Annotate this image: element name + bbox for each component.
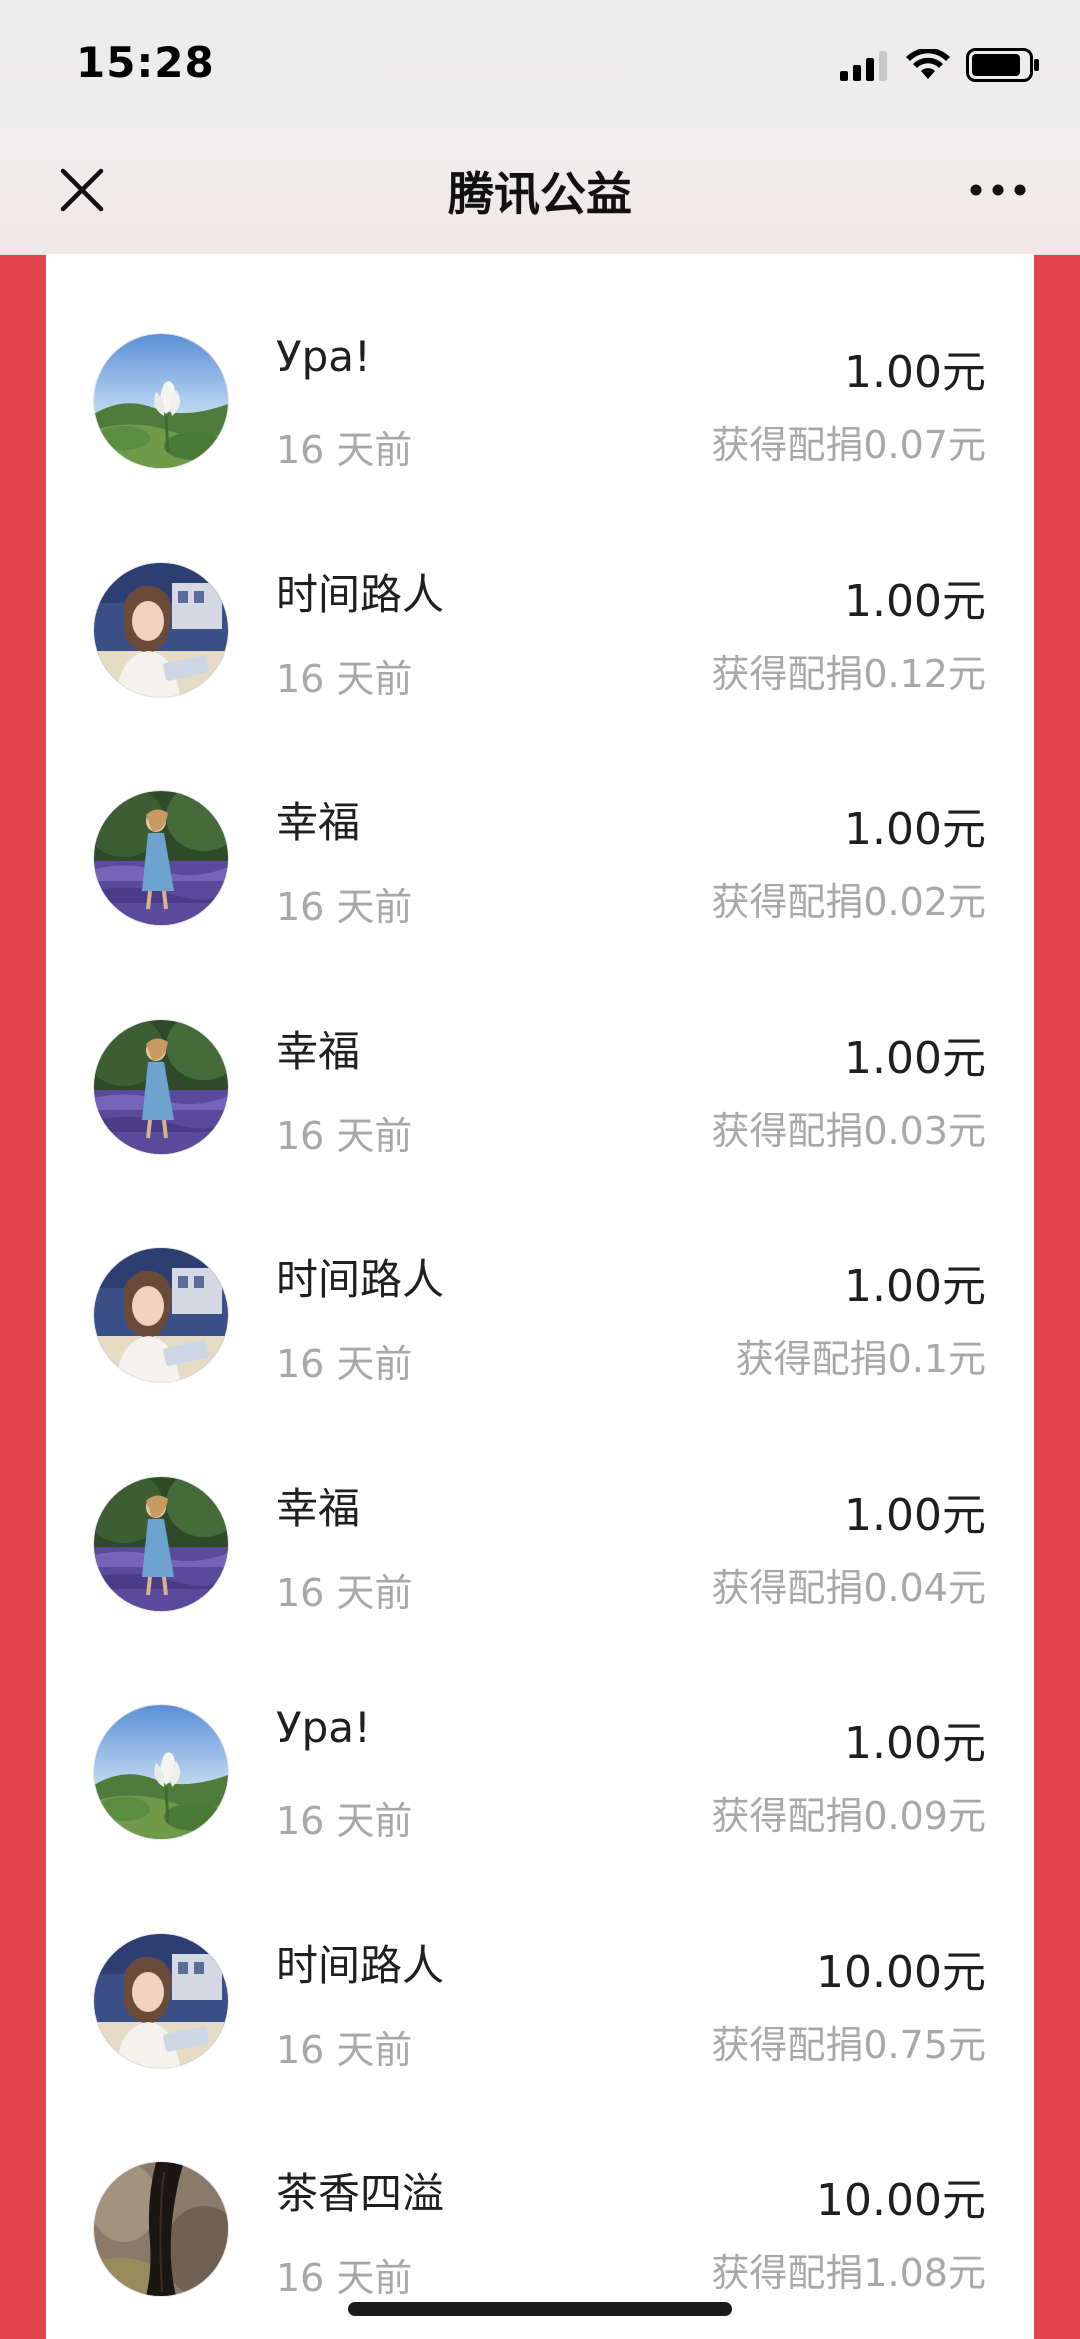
matched-amount: 获得配捐0.03元 [711, 1108, 986, 1153]
donation-amount: 1.00元 [844, 1489, 986, 1541]
donation-amount: 1.00元 [844, 804, 986, 855]
donation-time: 16 天前 [276, 1342, 413, 1386]
page-title: 腾讯公益 [448, 167, 632, 221]
donor-name: 幸福 [276, 1026, 361, 1076]
donor-name: Ура! [276, 332, 371, 381]
avatar[interactable] [94, 334, 228, 468]
donation-amount: 10.00元 [816, 2175, 986, 2226]
matched-amount: 获得配捐0.02元 [711, 880, 986, 924]
avatar[interactable] [94, 562, 228, 697]
donor-name: 时间路人 [276, 569, 445, 619]
signal-icon [840, 49, 890, 85]
donation-time: 16 天前 [276, 885, 413, 929]
donor-name: 幸福 [276, 798, 361, 847]
matched-amount: 获得配捐0.75元 [711, 2022, 986, 2067]
donation-row[interactable]: 幸福 16 天前 1.00元获得配捐0.04元 [46, 1397, 1034, 1625]
avatar[interactable] [94, 1019, 228, 1154]
donation-row[interactable]: Ура! 16 天前 1.00元获得配捐0.09元 [46, 1625, 1034, 1853]
donation-amount: 1.00元 [844, 1032, 986, 1084]
matched-amount: 获得配捐0.09元 [711, 1794, 986, 1838]
donation-list[interactable]: Ура! 16 天前 1.00元 获得配捐0.07元 时间路人 16 天前 1.00元 获得… [46, 254, 1034, 2339]
more-button[interactable] [968, 170, 1028, 210]
status-icons [840, 47, 1040, 86]
donation-time: 16 天前 [276, 2027, 413, 2072]
donor-name: 茶香四溢 [276, 2169, 445, 2218]
avatar[interactable] [94, 791, 228, 925]
donation-time: 16 天前 [276, 1113, 413, 1158]
donation-amount: 1.00元 [844, 347, 986, 398]
donor-name: 幸福 [276, 1483, 361, 1533]
matched-amount: 获得配捐0.1元 [735, 1337, 986, 1381]
donation-row[interactable]: 幸福 16 天前 1.00元获得配捐0.02元 [46, 711, 1034, 939]
avatar[interactable] [94, 1705, 228, 1839]
donation-row[interactable]: 幸福 16 天前 1.00元获得配捐0.03元 [46, 940, 1034, 1168]
battery-icon [966, 48, 1040, 86]
matched-amount: 获得配捐0.04元 [711, 1565, 986, 1610]
matched-amount: 获得配捐0.07元 [711, 423, 986, 467]
status-time: 15:28 [76, 38, 215, 87]
donation-time: 16 天前 [276, 2256, 413, 2300]
donation-row[interactable]: 时间路人 16 天前 1.00元获得配捐0.12元 [46, 483, 1034, 711]
matched-amount: 获得配捐1.08元 [711, 2251, 986, 2295]
wifi-icon [906, 47, 950, 85]
avatar[interactable] [94, 1933, 228, 2068]
donation-amount: 1.00元 [844, 1261, 986, 1312]
avatar[interactable] [94, 1476, 228, 1611]
donation-time: 16 天前 [276, 1799, 413, 1843]
donation-time: 16 天前 [276, 656, 413, 701]
home-indicator[interactable] [348, 2302, 732, 2316]
avatar[interactable] [94, 2162, 228, 2296]
top-bar: 15:28 腾讯公益 [0, 0, 1080, 255]
donation-amount: 10.00元 [816, 1946, 986, 1998]
donor-name: Ура! [276, 1703, 371, 1752]
donation-time: 16 天前 [276, 1570, 413, 1615]
donation-time: 16 天前 [276, 428, 413, 472]
donation-amount: 1.00元 [844, 1718, 986, 1769]
donor-name: 时间路人 [276, 1255, 445, 1304]
matched-amount: 获得配捐0.12元 [711, 651, 986, 696]
donation-row[interactable]: Ура! 16 天前 1.00元获得配捐0.07元 [46, 254, 1034, 482]
donor-name: 时间路人 [276, 1940, 445, 1990]
donation-row[interactable]: 时间路人 16 天前 1.00元获得配捐0.1元 [46, 1168, 1034, 1396]
avatar[interactable] [94, 1248, 228, 1382]
more-icon [970, 184, 1026, 196]
donation-amount: 1.00元 [844, 575, 986, 627]
donation-row[interactable]: 茶香四溢 16 天前 10.00元获得配捐1.08元 [46, 2082, 1034, 2310]
donation-row[interactable]: 时间路人 16 天前 10.00元获得配捐0.75元 [46, 1854, 1034, 2082]
